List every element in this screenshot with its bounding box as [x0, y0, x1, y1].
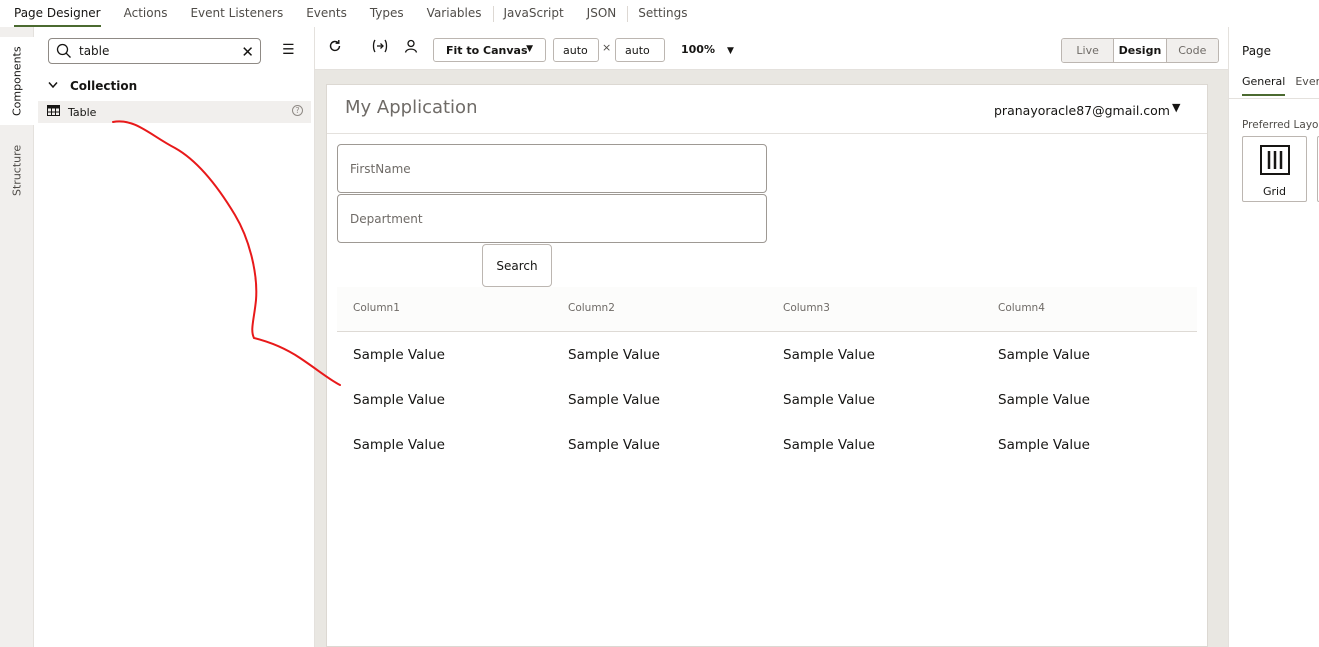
table-cell: Sample Value [568, 392, 660, 408]
table-cell: Sample Value [998, 392, 1090, 408]
column-header[interactable]: Column4 [998, 302, 1045, 314]
grid-layout-icon [1260, 145, 1290, 178]
prop-tab-general[interactable]: General [1242, 75, 1286, 96]
mode-design-button[interactable]: Design [1114, 39, 1167, 62]
tab-divider [492, 5, 494, 22]
table-cell: Sample Value [568, 347, 660, 363]
view-mode-switch: Live Design Code [1061, 38, 1219, 63]
layout-option-grid[interactable]: Grid [1242, 136, 1307, 202]
table-cell: Sample Value [783, 392, 875, 408]
column-header[interactable]: Column3 [783, 302, 830, 314]
tab-json[interactable]: JSON [587, 0, 617, 27]
property-panel-title: Page [1242, 44, 1272, 58]
app-title: My Application [345, 97, 478, 118]
table-cell: Sample Value [783, 437, 875, 453]
tab-divider [627, 5, 629, 22]
mode-live-button[interactable]: Live [1062, 39, 1115, 62]
tab-events[interactable]: Events [306, 0, 347, 27]
component-item-label: Table [68, 105, 97, 119]
left-rail: Components Structure [0, 27, 34, 647]
preferred-layout-label: Preferred Layo [1242, 119, 1319, 131]
dimension-separator: × [602, 41, 612, 54]
variable-binding-icon[interactable] [372, 39, 388, 57]
table-cell: Sample Value [353, 392, 445, 408]
table-cell: Sample Value [353, 437, 445, 453]
clear-icon[interactable]: ✕ [241, 43, 254, 61]
rail-tab-structure[interactable]: Structure [0, 135, 34, 205]
table-cell: Sample Value [783, 347, 875, 363]
tab-variables[interactable]: Variables [427, 0, 482, 27]
rail-tab-components[interactable]: Components [0, 37, 34, 125]
user-icon[interactable] [404, 39, 418, 57]
tab-settings[interactable]: Settings [638, 0, 687, 27]
app-header: My Application pranayoracle87@gmail.com … [327, 85, 1207, 134]
department-field[interactable]: Department [337, 194, 767, 243]
fit-to-canvas-label: Fit to Canvas [446, 43, 528, 57]
search-button[interactable]: Search [482, 244, 552, 287]
components-panel: ✕ ☰ Collection Table ? [34, 27, 315, 647]
canvas-width-input[interactable]: auto [553, 38, 599, 62]
data-table[interactable]: Column1 Column2 Column3 Column4 Sample V… [337, 287, 1197, 467]
collection-group-label: Collection [70, 79, 138, 93]
table-icon [47, 105, 60, 119]
top-tab-bar: Page Designer Actions Event Listeners Ev… [0, 0, 1319, 27]
tab-event-listeners[interactable]: Event Listeners [190, 0, 283, 27]
firstname-field[interactable]: FirstName [337, 144, 767, 193]
mode-code-button[interactable]: Code [1166, 39, 1218, 62]
component-item-table[interactable]: Table ? [38, 101, 311, 123]
tab-page-designer[interactable]: Page Designer [14, 0, 101, 27]
canvas-toolbar: Fit to Canvas ▼ auto × auto 100% ▼ Live D… [315, 27, 1228, 70]
zoom-dropdown[interactable]: 100% ▼ [681, 43, 734, 56]
table-header: Column1 Column2 Column3 Column4 [337, 287, 1197, 332]
property-tabs: General Even [1242, 75, 1319, 96]
caret-down-icon: ▼ [726, 46, 734, 56]
zoom-value: 100% [681, 43, 715, 56]
tab-types[interactable]: Types [370, 0, 404, 27]
layout-option-label: Grid [1262, 185, 1287, 198]
caret-down-icon: ▼ [526, 44, 533, 54]
table-cell: Sample Value [998, 347, 1090, 363]
component-search[interactable]: ✕ [48, 38, 261, 64]
refresh-icon[interactable] [328, 39, 342, 57]
page-preview[interactable]: My Application pranayoracle87@gmail.com … [326, 84, 1208, 647]
column-header[interactable]: Column1 [353, 302, 400, 314]
tab-javascript[interactable]: JavaScript [504, 0, 564, 27]
hamburger-menu-icon[interactable]: ☰ [282, 42, 295, 58]
caret-down-icon[interactable]: ▼ [1172, 101, 1180, 114]
component-search-input[interactable] [79, 44, 219, 58]
tab-actions[interactable]: Actions [124, 0, 168, 27]
prop-tab-events[interactable]: Even [1295, 75, 1319, 96]
user-menu-email[interactable]: pranayoracle87@gmail.com [994, 103, 1170, 118]
table-cell: Sample Value [568, 437, 660, 453]
fit-to-canvas-dropdown[interactable]: Fit to Canvas ▼ [433, 38, 546, 62]
help-icon[interactable]: ? [292, 105, 303, 116]
column-header[interactable]: Column2 [568, 302, 615, 314]
property-inspector: Page General Even Preferred Layo Grid [1228, 27, 1319, 647]
divider [1229, 98, 1319, 99]
table-cell: Sample Value [998, 437, 1090, 453]
chevron-down-icon [48, 81, 58, 92]
search-icon [49, 43, 79, 59]
canvas-height-input[interactable]: auto [615, 38, 665, 62]
collection-group-header[interactable]: Collection [48, 79, 137, 93]
table-cell: Sample Value [353, 347, 445, 363]
